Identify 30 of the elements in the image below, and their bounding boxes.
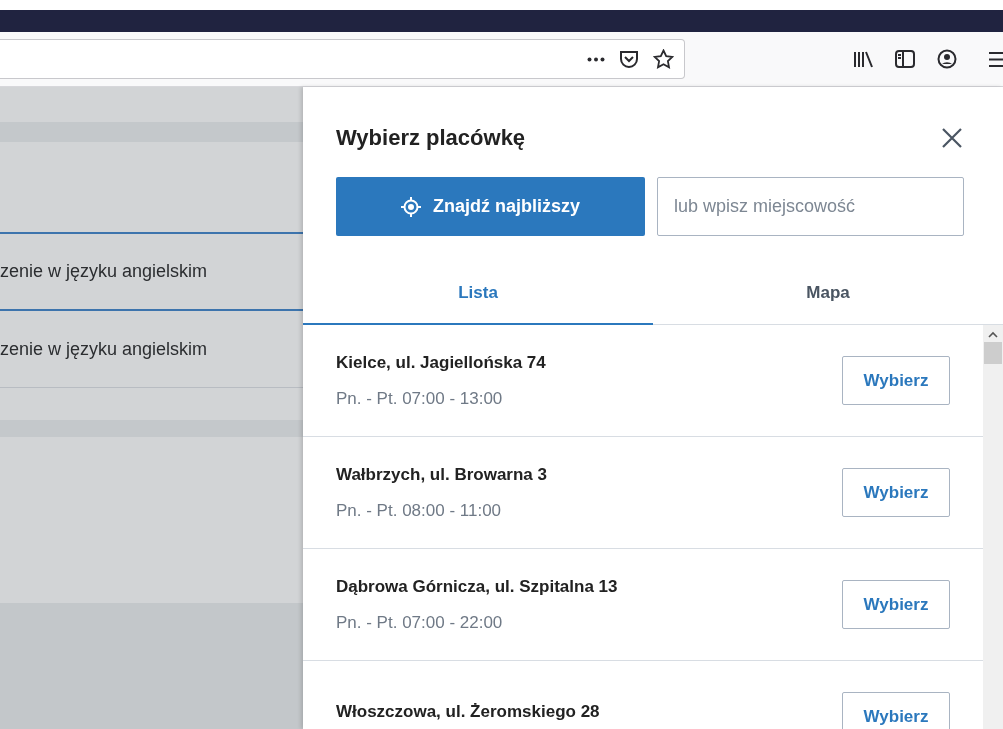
view-tab[interactable]: Lista <box>303 262 653 326</box>
select-button[interactable]: Wybierz <box>842 468 950 518</box>
city-input-field[interactable]: lub wpisz miejscowość <box>657 177 964 237</box>
location-name: Kielce, ul. Jagiellońska 74 <box>336 352 546 375</box>
location-target-icon <box>401 196 421 217</box>
opening-hours: Pn. - Pt. 08:00 - 11:00 <box>336 499 503 522</box>
star-icon[interactable] <box>653 49 674 69</box>
view-tab[interactable]: Mapa <box>653 262 1003 326</box>
select-button[interactable]: Wybierz <box>842 692 950 729</box>
scrollbar-thumb[interactable] <box>984 342 1002 365</box>
sidebar-icon[interactable] <box>895 50 915 68</box>
dimmed-row-text: zenie w języku angielskim <box>0 337 208 361</box>
menu-icon[interactable] <box>989 50 1003 68</box>
location-name: Dąbrowa Górnicza, ul. Szpitalna 13 <box>336 576 618 599</box>
pocket-icon[interactable] <box>619 49 639 69</box>
select-button[interactable]: Wybierz <box>842 356 950 406</box>
library-icon[interactable] <box>853 50 873 68</box>
opening-hours: Pn. - Pt. 07:00 - 22:00 <box>336 611 504 634</box>
close-icon <box>941 127 963 150</box>
scrollbar[interactable] <box>983 325 1003 729</box>
drawer-title: Wybierz placówkę <box>336 125 526 152</box>
scroll-up-icon[interactable] <box>988 331 998 339</box>
find-nearest-button[interactable]: Znajdź najbliższy <box>336 177 645 237</box>
select-button[interactable]: Wybierz <box>842 580 950 630</box>
opening-hours: Pn. - Pt. 07:00 - 13:00 <box>336 387 504 410</box>
location-name: Włoszczowa, ul. Żeromskiego 28 <box>336 701 600 724</box>
dimmed-row-text: zenie w języku angielskim <box>0 260 208 283</box>
location-name: Wałbrzych, ul. Browarna 3 <box>336 464 547 487</box>
account-icon[interactable] <box>937 49 957 69</box>
more-icon[interactable] <box>587 56 605 62</box>
